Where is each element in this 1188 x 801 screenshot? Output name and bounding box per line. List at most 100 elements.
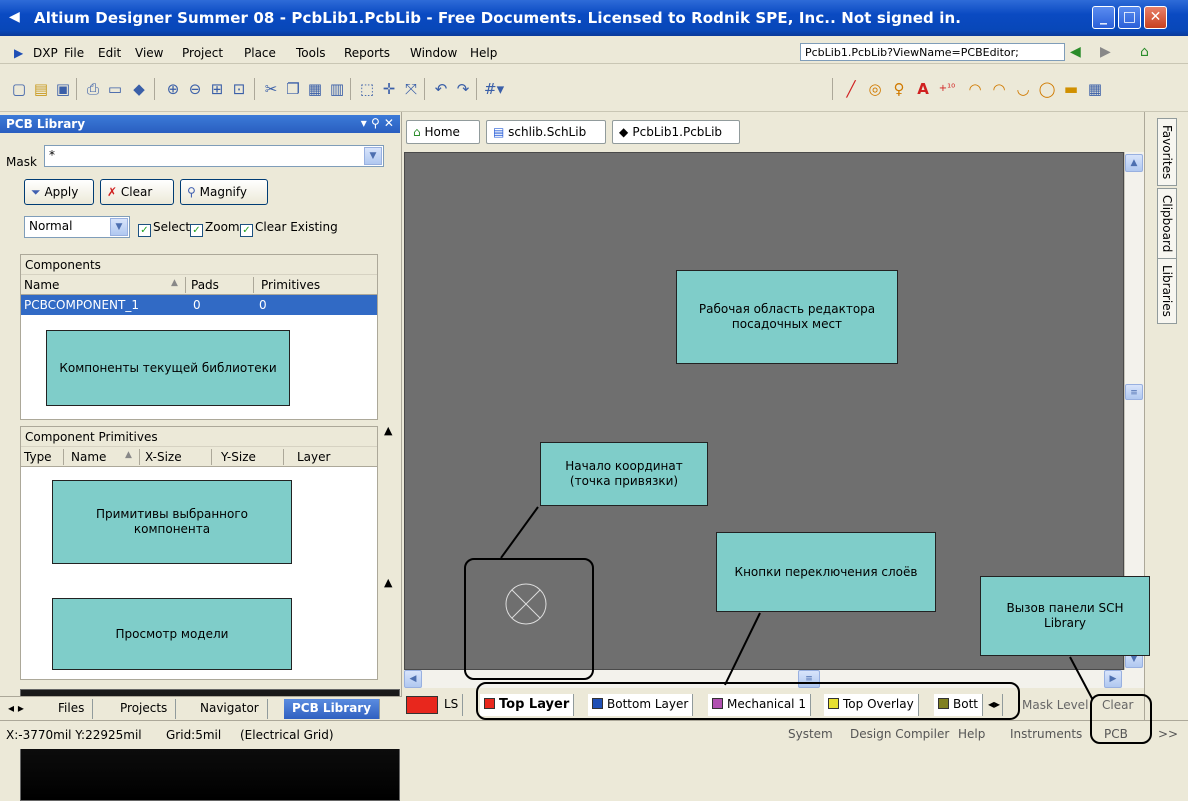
primitives-column-header: Type Name ▲ X-Size Y-Size Layer xyxy=(21,447,377,467)
maximize-button[interactable]: □ xyxy=(1118,6,1141,29)
col-type[interactable]: Type xyxy=(24,450,52,464)
layer-stack-icon[interactable]: ◆ xyxy=(130,80,148,98)
callout-preview: Просмотр модели xyxy=(52,598,292,670)
circle-icon[interactable]: ◯ xyxy=(1038,80,1056,98)
mode-select[interactable]: Normal ▼ xyxy=(24,216,130,238)
close-button[interactable]: ✕ xyxy=(1144,6,1167,29)
mode-dropdown-icon[interactable]: ▼ xyxy=(110,218,128,236)
array-paste-icon[interactable]: ▦ xyxy=(1086,80,1104,98)
apply-button[interactable]: ⏷ Apply xyxy=(24,179,94,205)
tab-pcb-library[interactable]: PCB Library xyxy=(284,699,381,719)
new-icon[interactable]: ▢ xyxy=(10,80,28,98)
scroll-up-icon[interactable]: ▲ xyxy=(1125,154,1143,172)
tab-schlib[interactable]: ▤ schlib.SchLib xyxy=(486,120,606,144)
menu-help[interactable]: Help xyxy=(470,46,497,60)
mask-dropdown-icon[interactable]: ▼ xyxy=(364,147,382,165)
collapse-icon[interactable]: ▲ xyxy=(384,424,392,437)
undo-icon[interactable]: ↶ xyxy=(432,80,450,98)
status-design-compiler-button[interactable]: Design Compiler xyxy=(850,727,949,741)
menu-file[interactable]: File xyxy=(64,46,84,60)
mask-input[interactable]: * ▼ xyxy=(44,145,384,167)
col-layer[interactable]: Layer xyxy=(297,450,330,464)
place-pad-icon[interactable]: ◎ xyxy=(866,80,884,98)
open-icon[interactable]: ▤ xyxy=(32,80,50,98)
select-checkbox[interactable]: ✓ Select xyxy=(138,220,190,237)
grid-icon[interactable]: #▾ xyxy=(484,80,504,98)
tab-pcblib[interactable]: ◆ PcbLib1.PcbLib xyxy=(612,120,740,144)
zoom-out-icon[interactable]: ⊖ xyxy=(186,80,204,98)
zoom-in-icon[interactable]: ⊕ xyxy=(164,80,182,98)
save-icon[interactable]: ▣ xyxy=(54,80,72,98)
deselect-icon[interactable]: ⤧ xyxy=(402,80,420,98)
tab-favorites[interactable]: Favorites xyxy=(1157,118,1177,187)
tab-navigator[interactable]: Navigator xyxy=(192,699,268,719)
minimize-button[interactable]: _ xyxy=(1092,6,1115,29)
home-nav-icon[interactable]: ⌂ xyxy=(1140,44,1149,60)
mask-level-button[interactable]: Mask Level xyxy=(1022,698,1088,712)
move-icon[interactable]: ✛ xyxy=(380,80,398,98)
zoom-area-icon[interactable]: ⊞ xyxy=(208,80,226,98)
clear-button[interactable]: ✗ Clear xyxy=(100,179,174,205)
tab-projects[interactable]: Projects xyxy=(112,699,177,719)
cut-icon[interactable]: ✂ xyxy=(262,80,280,98)
layer-tab-ls[interactable]: LS xyxy=(440,694,464,716)
scroll-thumb[interactable]: ≡ xyxy=(1125,384,1143,400)
fill-icon[interactable]: ▬ xyxy=(1062,80,1080,98)
menu-view[interactable]: View xyxy=(135,46,163,60)
menu-dxp[interactable]: DXP xyxy=(33,46,58,60)
paste-array-icon[interactable]: ▥ xyxy=(328,80,346,98)
zoom-fit-icon[interactable]: ⊡ xyxy=(230,80,248,98)
tab-scroll-icon[interactable]: ◂ ▸ xyxy=(0,699,32,719)
tab-files[interactable]: Files xyxy=(50,699,94,719)
grid-type: (Electrical Grid) xyxy=(240,728,334,742)
place-via-icon[interactable]: ♀ xyxy=(890,80,908,98)
dxp-icon[interactable]: ▶ xyxy=(14,46,23,60)
arc-edge-icon[interactable]: ◠ xyxy=(990,80,1008,98)
col-primitives[interactable]: Primitives xyxy=(261,278,320,292)
callout-origin: Начало координат (точка привязки) xyxy=(540,442,708,506)
table-row[interactable]: PCBCOMPONENT_1 0 0 xyxy=(21,295,377,315)
callout-sch-library: Вызов панели SCH Library xyxy=(980,576,1150,656)
col-x-size[interactable]: X-Size xyxy=(145,450,182,464)
tab-home[interactable]: ⌂ Home xyxy=(406,120,480,144)
paste-icon[interactable]: ▦ xyxy=(306,80,324,98)
col-name[interactable]: Name xyxy=(24,278,59,292)
menu-project[interactable]: Project xyxy=(182,46,223,60)
tab-libraries[interactable]: Libraries xyxy=(1157,258,1177,324)
zoom-checkbox[interactable]: ✓ Zoom xyxy=(190,220,240,237)
place-line-icon[interactable]: ╱ xyxy=(842,80,860,98)
redo-icon[interactable]: ↷ xyxy=(454,80,472,98)
status-help-button[interactable]: Help xyxy=(958,727,985,741)
col-pads[interactable]: Pads xyxy=(191,278,219,292)
tab-clipboard[interactable]: Clipboard xyxy=(1157,188,1177,260)
print-preview-icon[interactable]: ▭ xyxy=(106,80,124,98)
back-icon[interactable]: ◀ xyxy=(1070,44,1081,60)
arc-center-icon[interactable]: ◠ xyxy=(966,80,984,98)
menu-reports[interactable]: Reports xyxy=(344,46,390,60)
select-area-icon[interactable]: ⬚ xyxy=(358,80,376,98)
menu-edit[interactable]: Edit xyxy=(98,46,121,60)
copy-icon[interactable]: ❐ xyxy=(284,80,302,98)
collapse-icon[interactable]: ▲ xyxy=(384,576,392,589)
menu-place[interactable]: Place xyxy=(244,46,276,60)
status-system-button[interactable]: System xyxy=(788,727,833,741)
set-origin-icon[interactable]: +¹⁰ xyxy=(938,80,956,98)
forward-icon[interactable]: ▶ xyxy=(1100,44,1111,60)
arc-any-icon[interactable]: ◡ xyxy=(1014,80,1032,98)
col-y-size[interactable]: Y-Size xyxy=(221,450,256,464)
home-icon: ⌂ xyxy=(413,125,421,139)
menu-window[interactable]: Window xyxy=(410,46,457,60)
status-instruments-button[interactable]: Instruments xyxy=(1010,727,1082,741)
address-field[interactable]: PcbLib1.PcbLib?ViewName=PCBEditor; xyxy=(800,43,1065,61)
col-name[interactable]: Name xyxy=(71,450,106,464)
status-more-button[interactable]: >> xyxy=(1158,727,1178,741)
clear-existing-checkbox[interactable]: ✓ Clear Existing xyxy=(240,220,338,237)
print-icon[interactable]: ⎙ xyxy=(84,80,102,98)
scroll-left-icon[interactable]: ◀ xyxy=(404,670,422,688)
panel-controls[interactable]: ▾ ⚲ ✕ xyxy=(361,116,394,130)
magnify-button[interactable]: ⚲ Magnify xyxy=(180,179,268,205)
check-icon: ✓ xyxy=(138,224,151,237)
scroll-right-icon[interactable]: ▶ xyxy=(1104,670,1122,688)
menu-tools[interactable]: Tools xyxy=(296,46,326,60)
place-string-icon[interactable]: A xyxy=(914,80,932,98)
